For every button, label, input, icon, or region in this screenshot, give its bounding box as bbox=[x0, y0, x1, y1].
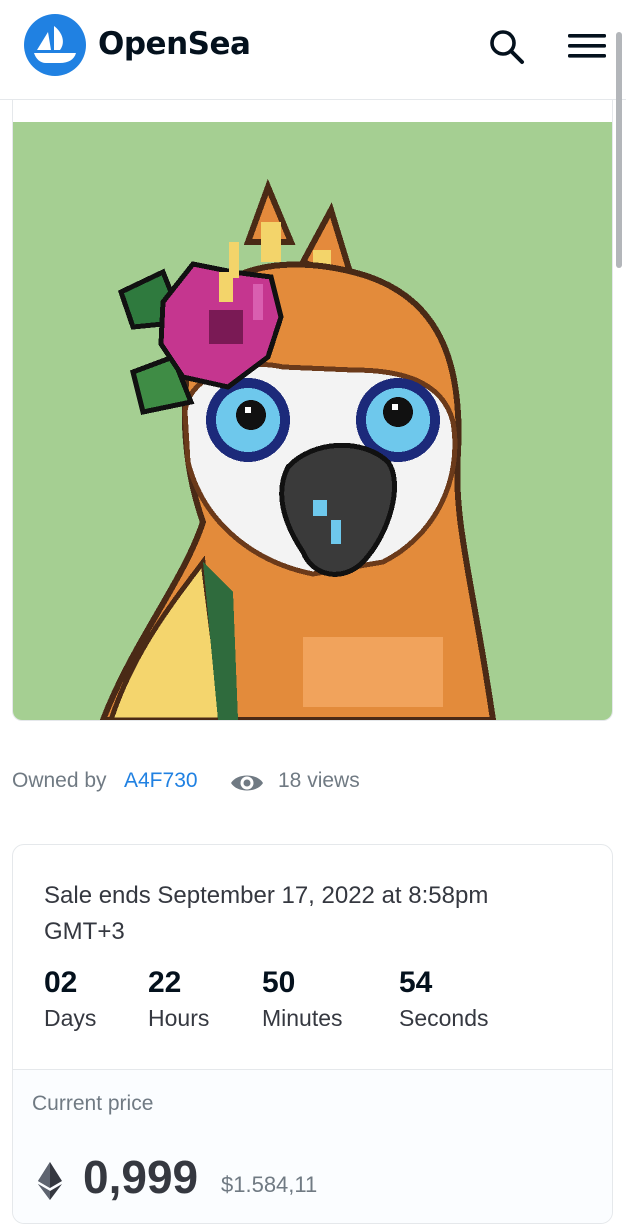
parrot-artwork bbox=[99, 178, 497, 720]
price-usd: $1.584,11 bbox=[221, 1172, 318, 1197]
ethereum-icon bbox=[38, 1162, 62, 1200]
nft-image-card[interactable] bbox=[12, 100, 613, 721]
price-value: 0,999 bbox=[83, 1151, 199, 1203]
top-navbar: OpenSea bbox=[0, 0, 626, 100]
sale-ends-text: Sale ends September 17, 2022 at 8:58pm G… bbox=[44, 882, 489, 945]
owner-link[interactable]: A4F730 bbox=[124, 769, 198, 793]
countdown-minutes: 50 Minutes bbox=[262, 965, 343, 1032]
countdown-value: 02 bbox=[44, 966, 78, 999]
menu-button[interactable] bbox=[564, 24, 610, 70]
countdown-days: 02 Days bbox=[44, 965, 96, 1032]
hamburger-menu-icon bbox=[568, 34, 606, 58]
countdown-hours: 22 Hours bbox=[148, 965, 209, 1032]
owned-by-label: Owned by bbox=[12, 769, 107, 792]
countdown-value: 54 bbox=[399, 966, 433, 999]
opensea-logo-icon[interactable] bbox=[24, 14, 86, 76]
countdown-label: Minutes bbox=[262, 1005, 343, 1031]
countdown-label: Days bbox=[44, 1005, 97, 1031]
sale-card: Sale ends September 17, 2022 at 8:58pm G… bbox=[12, 844, 613, 1224]
countdown-label: Seconds bbox=[399, 1005, 489, 1031]
countdown-seconds: 54 Seconds bbox=[399, 965, 489, 1032]
search-icon bbox=[490, 30, 524, 64]
countdown-label: Hours bbox=[148, 1005, 210, 1031]
eye-icon bbox=[231, 775, 263, 791]
ownership-row: Owned by A4F730 18 views bbox=[12, 769, 572, 797]
countdown-value: 50 bbox=[262, 966, 296, 999]
nft-image[interactable] bbox=[13, 122, 612, 720]
page-scrollbar[interactable] bbox=[616, 32, 622, 268]
views-count: 18 views bbox=[278, 769, 360, 792]
current-price-label: Current price bbox=[32, 1092, 154, 1115]
countdown-value: 22 bbox=[148, 966, 182, 999]
price-section: Current price 0,999 $1.584,11 bbox=[13, 1069, 612, 1223]
search-button[interactable] bbox=[484, 24, 530, 70]
brand-name[interactable]: OpenSea bbox=[98, 26, 251, 62]
